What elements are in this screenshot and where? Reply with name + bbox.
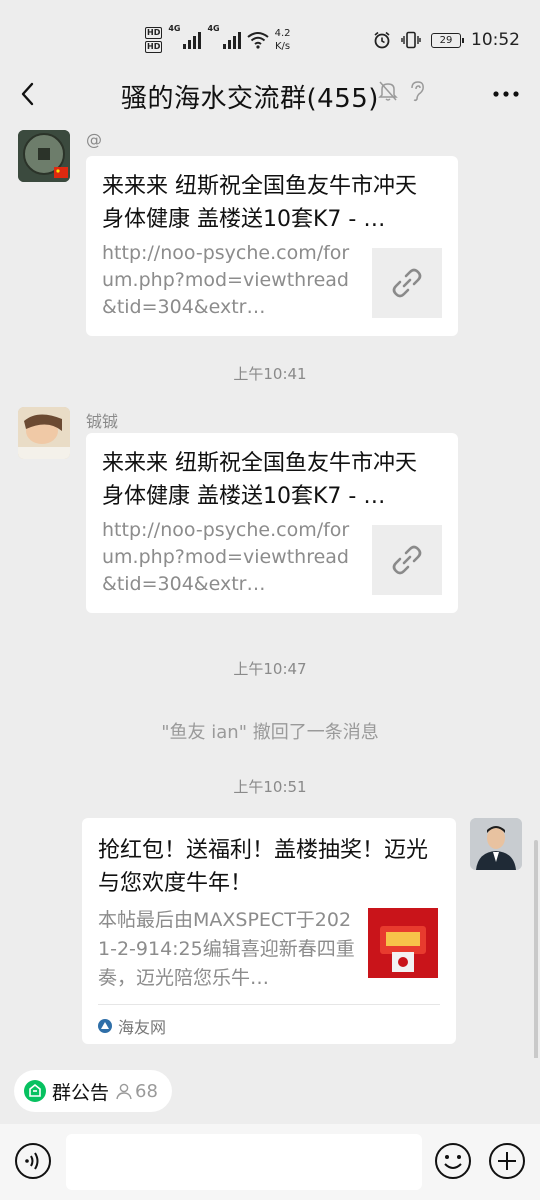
network-speed: 4.2 K/s	[275, 27, 291, 53]
shared-post-card[interactable]: 抢红包！送福利！盖楼抽奖！迈光与您欢度牛年！ 本帖最后由MAXSPECT于202…	[82, 818, 456, 1044]
portrait-avatar-image	[18, 407, 70, 459]
shared-post-title: 抢红包！送福利！盖楼抽奖！迈光与您欢度牛年！	[98, 838, 429, 896]
message-list[interactable]: @ 来来来 纽斯祝全国鱼友牛市冲天 身体健康 盖楼送10套K7 - … http…	[0, 128, 540, 1060]
card-divider	[98, 1004, 440, 1005]
link-card-url: http://noo-psyche.com/forum.php?mod=view…	[102, 242, 350, 318]
message-timestamp: 上午10:41	[233, 365, 307, 383]
link-thumbnail	[372, 248, 442, 318]
signal-strength-icon	[222, 31, 241, 49]
member-count: 68	[115, 1081, 158, 1102]
clock: 10:52	[471, 30, 520, 50]
sender-avatar[interactable]	[18, 130, 70, 182]
mute-bell-icon	[378, 81, 398, 101]
link-thumbnail	[372, 525, 442, 595]
source-logo-icon	[98, 1019, 112, 1033]
battery-level: 29	[439, 34, 453, 46]
message-input[interactable]	[66, 1134, 422, 1190]
link-card-title: 来来来 纽斯祝全国鱼友牛市冲天 身体健康 盖楼送10套K7 - …	[102, 451, 417, 509]
battery-icon: 29	[431, 32, 464, 48]
chat-header: 骚的海水交流群(455)	[0, 60, 540, 128]
link-card-url: http://noo-psyche.com/forum.php?mod=view…	[102, 519, 350, 595]
recall-notice: "鱼友 ian" 撤回了一条消息	[161, 722, 379, 743]
link-card[interactable]: 来来来 纽斯祝全国鱼友牛市冲天 身体健康 盖楼送10套K7 - … http:/…	[86, 433, 458, 613]
chat-status-icons	[378, 80, 426, 102]
network-speed-value: 4.2	[274, 28, 291, 39]
message-timestamp: 上午10:47	[233, 660, 307, 678]
link-card-title: 来来来 纽斯祝全国鱼友牛市冲天 身体健康 盖楼送10套K7 - …	[102, 174, 417, 232]
group-notice-bar: 群公告 68	[0, 1058, 540, 1124]
sender-name: @	[86, 130, 102, 149]
hd-indicators: HD HD	[145, 27, 163, 53]
wifi-icon	[247, 32, 269, 49]
member-count-value: 68	[135, 1080, 158, 1102]
status-bar-right: 29 10:52	[373, 28, 520, 52]
source-name: 海友网	[118, 1018, 167, 1037]
emoji-icon[interactable]	[434, 1142, 472, 1180]
alarm-icon	[374, 31, 390, 49]
add-more-icon[interactable]	[488, 1142, 526, 1180]
network-type-label: 4G	[207, 24, 220, 33]
vibrate-icon	[401, 31, 421, 49]
earpiece-icon	[411, 81, 424, 102]
group-notice-button[interactable]: 群公告 68	[14, 1070, 172, 1112]
voice-input-icon[interactable]	[14, 1142, 52, 1180]
status-bar-left: HD HD 4G 4G 4.2 K/s	[145, 24, 291, 56]
link-card[interactable]: 来来来 纽斯祝全国鱼友牛市冲天 身体健康 盖楼送10套K7 - … http:/…	[86, 156, 458, 336]
hd-badge: HD	[145, 41, 163, 53]
notice-icon	[24, 1080, 46, 1102]
network-speed-unit: K/s	[275, 41, 291, 52]
shared-post-thumbnail	[368, 908, 438, 978]
hd-badge: HD	[145, 27, 163, 39]
message-timestamp: 上午10:51	[233, 778, 307, 796]
sender-name: 铖铖	[86, 412, 119, 431]
person-icon	[116, 1083, 132, 1100]
scrollbar[interactable]	[534, 840, 538, 1060]
link-icon	[392, 545, 422, 575]
shared-post-source: 海友网	[98, 1014, 166, 1038]
link-icon	[392, 268, 422, 298]
coin-avatar-image	[18, 130, 70, 182]
man-avatar-image	[470, 818, 522, 870]
red-envelope-image	[368, 908, 438, 978]
input-bar	[0, 1124, 540, 1200]
group-notice-label: 群公告	[52, 1081, 110, 1104]
signal-strength-icon	[183, 31, 202, 49]
chat-title: 骚的海水交流群(455)	[121, 84, 379, 114]
shared-post-summary: 本帖最后由MAXSPECT于2021-2-914:25编辑喜迎新春四重奏，迈光陪…	[98, 909, 355, 989]
network-type-label: 4G	[168, 24, 181, 33]
own-avatar[interactable]	[470, 818, 522, 870]
sender-avatar[interactable]	[18, 407, 70, 459]
more-options-icon[interactable]	[484, 74, 528, 114]
